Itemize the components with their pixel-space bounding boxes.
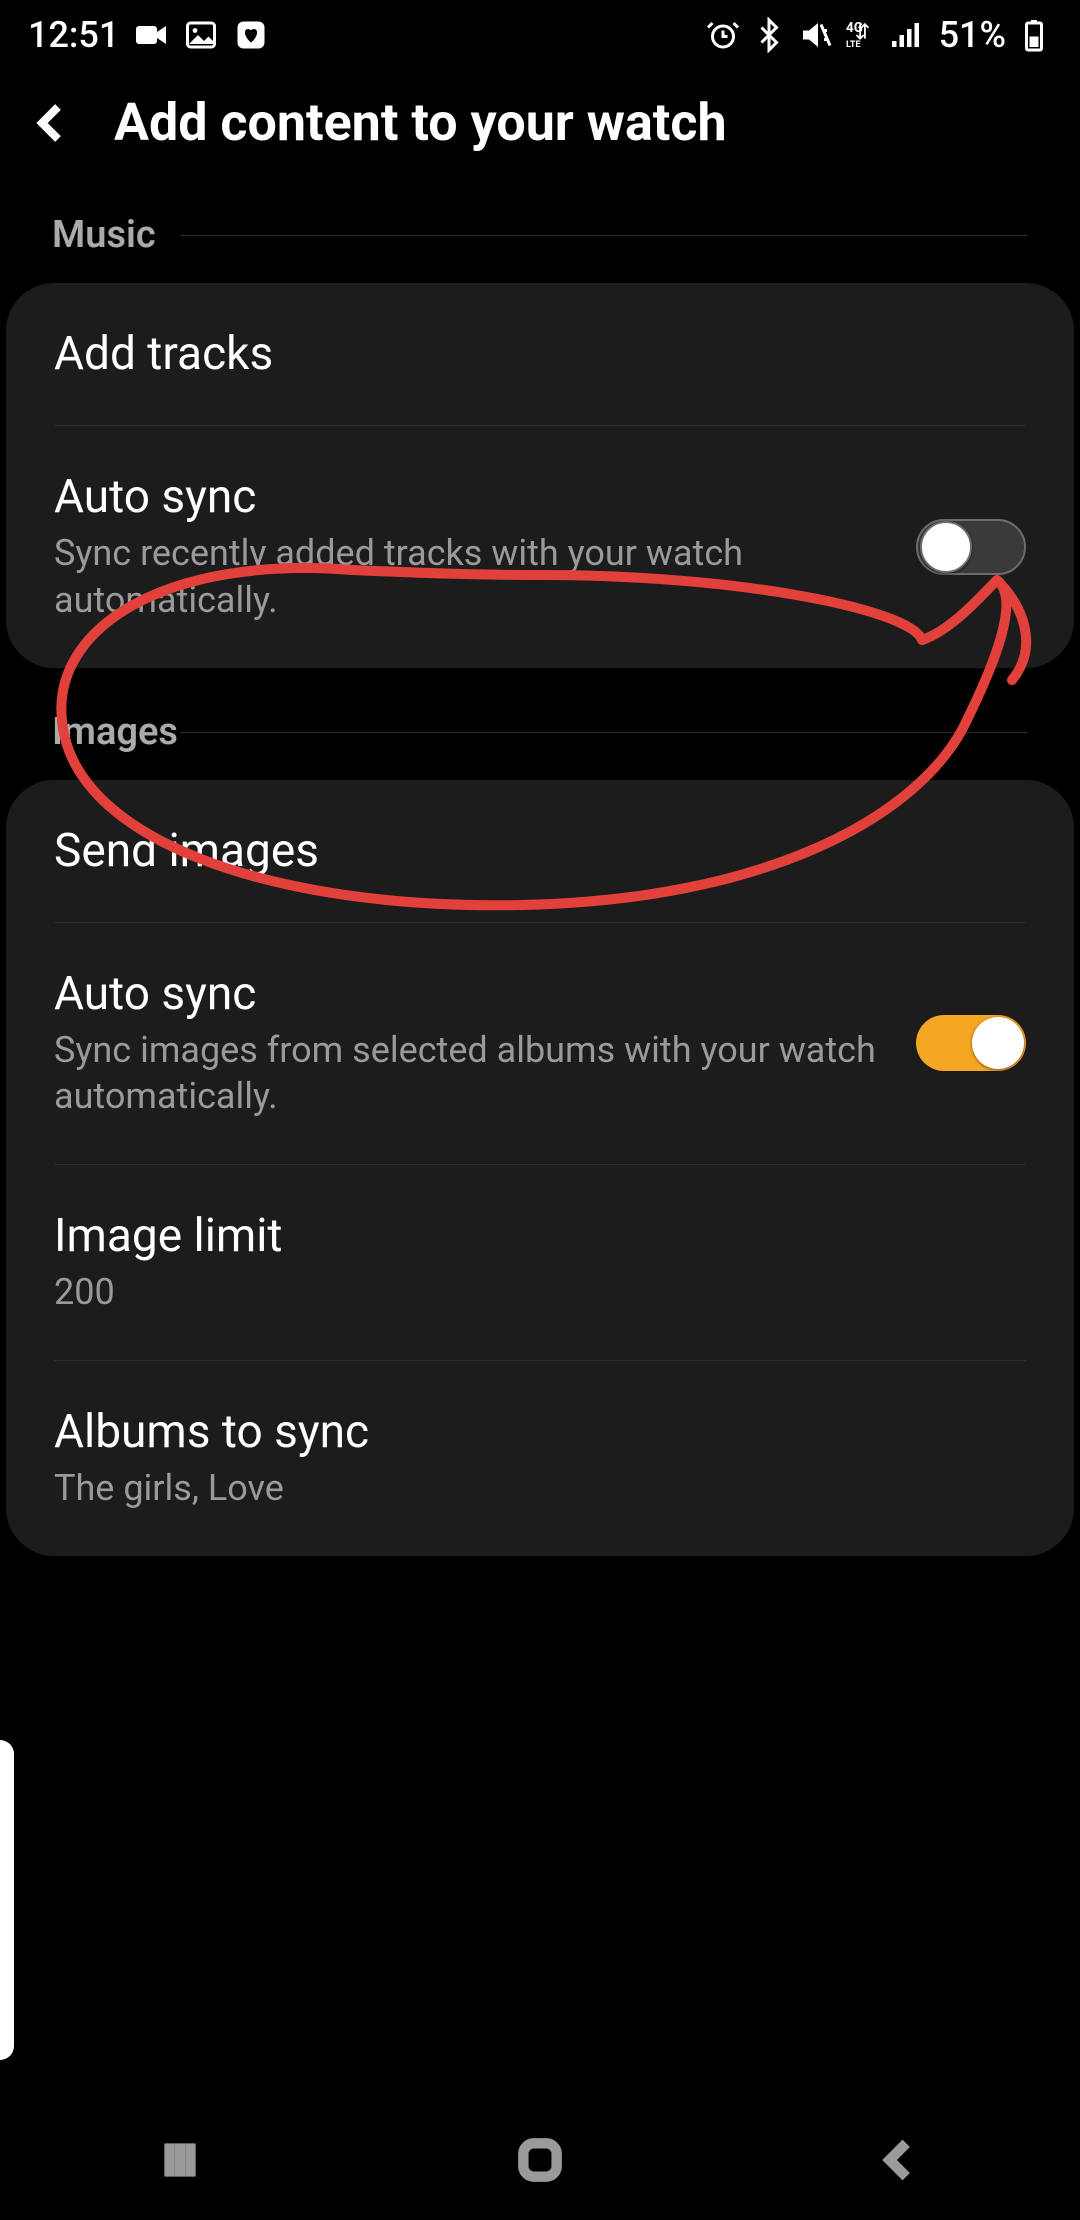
- battery-text: 51%: [939, 14, 1006, 56]
- svg-text:LTE: LTE: [846, 40, 861, 50]
- section-header-music: Music: [0, 213, 1080, 283]
- app-header: Add content to your watch: [0, 70, 1080, 213]
- music-card: Add tracks Auto sync Sync recently added…: [6, 283, 1074, 668]
- recents-button[interactable]: [140, 2120, 220, 2200]
- images-card: Send images Auto sync Sync images from s…: [6, 780, 1074, 1556]
- albums-value: The girls, Love: [54, 1465, 1026, 1512]
- battery-icon: [1016, 17, 1052, 53]
- home-button[interactable]: [500, 2120, 580, 2200]
- images-auto-sync-toggle[interactable]: [916, 1015, 1026, 1071]
- page-title: Add content to your watch: [114, 92, 727, 153]
- images-auto-sync-title: Auto sync: [54, 967, 916, 1021]
- image-limit-row[interactable]: Image limit 200: [54, 1164, 1026, 1360]
- status-time: 12:51: [28, 14, 119, 56]
- heart-box-icon: [233, 17, 269, 53]
- image-limit-value: 200: [54, 1269, 1026, 1316]
- image-limit-title: Image limit: [54, 1209, 1026, 1263]
- edge-panel-handle[interactable]: [0, 1740, 14, 2060]
- music-auto-sync-title: Auto sync: [54, 470, 916, 524]
- section-header-images: Images: [0, 710, 1080, 780]
- bluetooth-icon: [751, 17, 787, 53]
- albums-title: Albums to sync: [54, 1405, 1026, 1459]
- images-auto-sync-row[interactable]: Auto sync Sync images from selected albu…: [54, 922, 1026, 1165]
- mirror-icon: [133, 17, 169, 53]
- back-button[interactable]: [28, 99, 76, 147]
- music-auto-sync-toggle[interactable]: [916, 519, 1026, 575]
- images-auto-sync-sub: Sync images from selected albums with yo…: [54, 1027, 916, 1121]
- system-nav-bar: [0, 2100, 1080, 2220]
- image-icon: [183, 17, 219, 53]
- status-bar: 12:51 4GLTE 51%: [0, 0, 1080, 70]
- send-images-label: Send images: [54, 824, 1026, 878]
- music-auto-sync-row[interactable]: Auto sync Sync recently added tracks wit…: [54, 425, 1026, 668]
- nav-back-button[interactable]: [860, 2120, 940, 2200]
- add-tracks-row[interactable]: Add tracks: [6, 283, 1074, 425]
- albums-to-sync-row[interactable]: Albums to sync The girls, Love: [54, 1360, 1026, 1556]
- mute-vibrate-icon: [797, 17, 833, 53]
- send-images-row[interactable]: Send images: [6, 780, 1074, 922]
- signal-icon: [889, 17, 925, 53]
- alarm-icon: [705, 17, 741, 53]
- lte-data-icon: 4GLTE: [843, 17, 879, 53]
- add-tracks-label: Add tracks: [54, 327, 1026, 381]
- music-auto-sync-sub: Sync recently added tracks with your wat…: [54, 530, 916, 624]
